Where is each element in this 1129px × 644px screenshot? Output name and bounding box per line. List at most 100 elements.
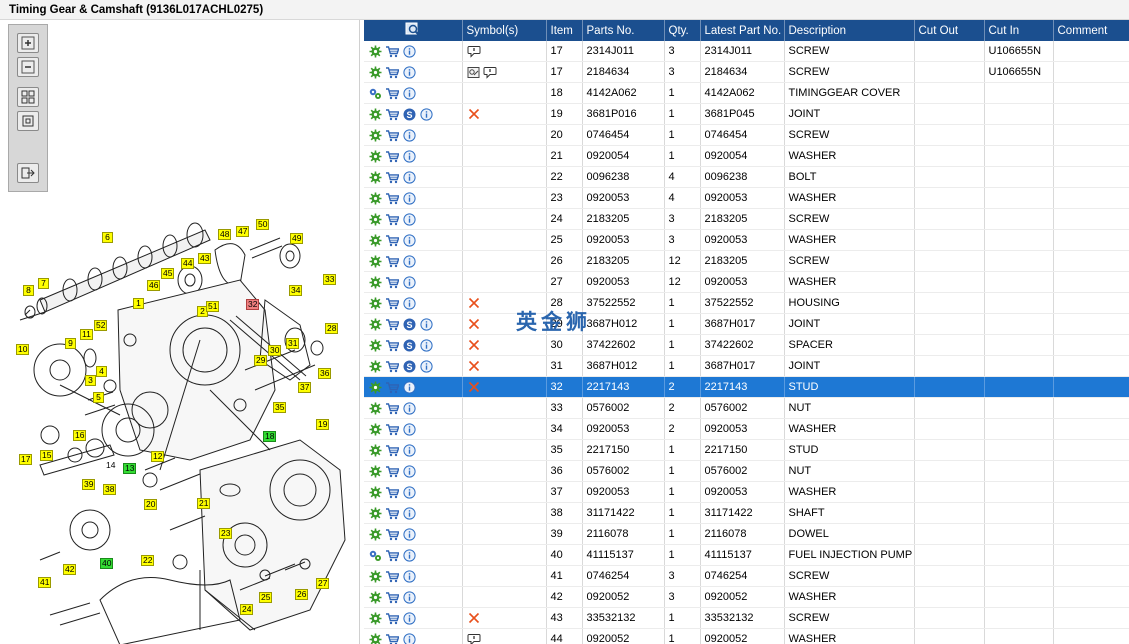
cart-icon[interactable] <box>385 401 399 415</box>
cart-icon[interactable] <box>385 590 399 604</box>
callout-marker[interactable]: 40 <box>100 558 114 569</box>
cart-icon[interactable] <box>385 359 399 373</box>
info-icon[interactable] <box>402 485 416 499</box>
gear-icon[interactable] <box>368 590 382 604</box>
info-icon[interactable] <box>419 338 433 352</box>
supersession-icon[interactable]: S <box>402 317 416 331</box>
info-icon[interactable] <box>402 443 416 457</box>
callout-marker[interactable]: 15 <box>40 450 54 461</box>
info-icon[interactable] <box>419 359 433 373</box>
gear-icon[interactable] <box>368 191 382 205</box>
cart-icon[interactable] <box>385 170 399 184</box>
callout-marker[interactable]: 1 <box>133 298 144 309</box>
info-icon[interactable] <box>402 422 416 436</box>
cart-icon[interactable] <box>385 548 399 562</box>
cart-icon[interactable] <box>385 254 399 268</box>
table-row[interactable]: 43 33532132 1 33532132 SCREW <box>364 607 1129 629</box>
info-icon[interactable] <box>402 212 416 226</box>
callout-marker[interactable]: 28 <box>325 323 339 334</box>
assembly-icon[interactable] <box>368 86 382 100</box>
callout-marker[interactable]: 21 <box>197 498 211 509</box>
fit-all-icon[interactable] <box>17 87 39 107</box>
cart-icon[interactable] <box>385 86 399 100</box>
callout-marker[interactable]: 51 <box>206 301 220 312</box>
info-icon[interactable] <box>402 506 416 520</box>
callout-marker[interactable]: 50 <box>256 219 270 230</box>
cart-icon[interactable] <box>385 275 399 289</box>
callout-marker[interactable]: 10 <box>16 344 30 355</box>
info-icon[interactable] <box>402 296 416 310</box>
callout-marker[interactable]: 9 <box>65 338 76 349</box>
table-row[interactable]: 39 2116078 1 2116078 DOWEL <box>364 523 1129 545</box>
info-icon[interactable] <box>419 317 433 331</box>
cart-icon[interactable] <box>385 44 399 58</box>
gear-icon[interactable] <box>368 632 382 644</box>
column-header-cut-out[interactable]: Cut Out <box>914 20 985 41</box>
callout-marker[interactable]: 38 <box>103 484 117 495</box>
callout-marker[interactable]: 44 <box>181 258 195 269</box>
table-row[interactable]: 20 0746454 1 0746454 SCREW <box>364 124 1129 146</box>
table-row[interactable]: 38 31171422 1 31171422 SHAFT <box>364 502 1129 524</box>
callout-marker[interactable]: 24 <box>240 604 254 615</box>
column-header-tools[interactable] <box>364 20 463 41</box>
callout-marker[interactable]: 49 <box>290 233 304 244</box>
gear-icon[interactable] <box>368 317 382 331</box>
table-row[interactable]: 32 2217143 2 2217143 STUD <box>364 376 1129 398</box>
supersession-icon[interactable]: S <box>402 338 416 352</box>
gear-icon[interactable] <box>368 359 382 373</box>
cart-icon[interactable] <box>385 338 399 352</box>
column-header-description[interactable]: Description <box>784 20 915 41</box>
gear-icon[interactable] <box>368 443 382 457</box>
table-row[interactable]: 41 0746254 3 0746254 SCREW <box>364 565 1129 587</box>
callout-marker[interactable]: 43 <box>198 253 212 264</box>
gear-icon[interactable] <box>368 65 382 79</box>
info-icon[interactable] <box>402 191 416 205</box>
gear-icon[interactable] <box>368 212 382 226</box>
cart-icon[interactable] <box>385 611 399 625</box>
gear-icon[interactable] <box>368 422 382 436</box>
callout-marker[interactable]: 31 <box>286 338 300 349</box>
callout-marker[interactable]: 13 <box>123 463 137 474</box>
info-icon[interactable] <box>402 128 416 142</box>
callout-marker[interactable]: 30 <box>268 345 282 356</box>
callout-marker[interactable]: 6 <box>102 232 113 243</box>
table-row[interactable]: 37 0920053 1 0920053 WASHER <box>364 481 1129 503</box>
info-icon[interactable] <box>402 464 416 478</box>
cart-icon[interactable] <box>385 233 399 247</box>
table-row[interactable]: 23 0920053 4 0920053 WASHER <box>364 187 1129 209</box>
info-icon[interactable] <box>402 44 416 58</box>
callout-marker[interactable]: 18 <box>263 431 277 442</box>
info-icon[interactable] <box>402 233 416 247</box>
comment-bubble-icon[interactable] <box>483 65 497 79</box>
table-row[interactable]: 17 2184634 3 2184634 SCREW U106655N <box>364 61 1129 83</box>
info-icon[interactable] <box>402 632 416 644</box>
supersession-icon[interactable]: S <box>402 107 416 121</box>
column-header-item[interactable]: Item <box>546 20 583 41</box>
column-header-comment[interactable]: Comment <box>1053 20 1129 41</box>
assembly-icon[interactable] <box>368 548 382 562</box>
info-icon[interactable] <box>419 107 433 121</box>
gear-icon[interactable] <box>368 44 382 58</box>
column-header-symbols[interactable]: Symbol(s) <box>462 20 547 41</box>
callout-marker[interactable]: 45 <box>161 268 175 279</box>
callout-marker[interactable]: 22 <box>141 555 155 566</box>
callout-marker[interactable]: 47 <box>236 226 250 237</box>
column-header-qty[interactable]: Qty. <box>664 20 701 41</box>
table-row[interactable]: 27 0920053 12 0920053 WASHER <box>364 271 1129 293</box>
cart-icon[interactable] <box>385 569 399 583</box>
callout-marker[interactable]: 11 <box>80 329 93 340</box>
table-row[interactable]: 18 4142A062 1 4142A062 TIMINGGEAR COVER <box>364 82 1129 104</box>
table-row[interactable]: 42 0920052 3 0920052 WASHER <box>364 586 1129 608</box>
table-row[interactable]: 22 0096238 4 0096238 BOLT <box>364 166 1129 188</box>
callout-marker[interactable]: 39 <box>82 479 96 490</box>
export-icon[interactable] <box>17 163 39 183</box>
callout-marker[interactable]: 3 <box>85 375 96 386</box>
callout-marker[interactable]: 17 <box>19 454 33 465</box>
gear-icon[interactable] <box>368 485 382 499</box>
cart-icon[interactable] <box>385 380 399 394</box>
info-icon[interactable] <box>402 569 416 583</box>
info-icon[interactable] <box>402 611 416 625</box>
table-row[interactable]: 17 2314J011 3 2314J011 SCREW U106655N <box>364 41 1129 62</box>
info-icon[interactable] <box>402 254 416 268</box>
callout-marker[interactable]: 36 <box>318 368 332 379</box>
